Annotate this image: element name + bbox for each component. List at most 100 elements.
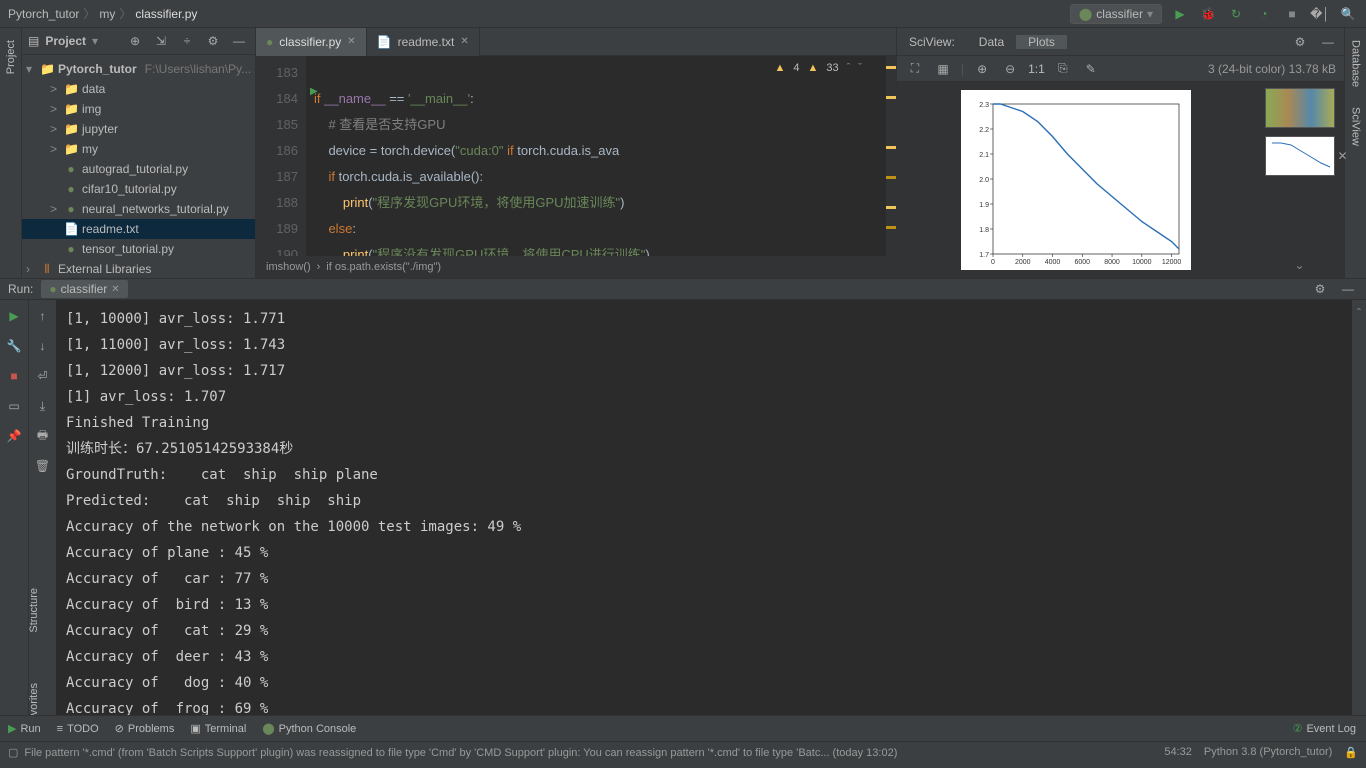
external-libraries[interactable]: ›⫴ External Libraries <box>22 259 255 278</box>
gear-icon[interactable]: ⚙ <box>1290 32 1310 52</box>
sciview-plots-tab[interactable]: Plots <box>1016 35 1067 49</box>
cursor-position[interactable]: 54:32 <box>1164 746 1192 759</box>
gear-icon[interactable]: ⚙ <box>203 31 223 51</box>
console-output[interactable]: [1, 10000] avr_loss: 1.771 [1, 11000] av… <box>56 300 1352 728</box>
tree-item[interactable]: >📁jupyter <box>22 119 255 139</box>
locate-icon[interactable]: ⊕ <box>125 31 145 51</box>
run-tab[interactable]: ●classifier✕ <box>41 280 127 298</box>
run-label: Run: <box>8 282 33 296</box>
database-tool-tab[interactable]: Database <box>1350 36 1362 91</box>
loss-chart: 1.71.81.92.02.12.22.30200040006000800010… <box>961 90 1191 270</box>
tree-item[interactable]: >📁img <box>22 99 255 119</box>
code-editor[interactable]: 183184185186187188189190 ▶ if __name__ =… <box>256 56 896 256</box>
thumbnail-2[interactable]: ✕ <box>1265 136 1335 176</box>
close-icon[interactable]: ✕ <box>111 284 119 295</box>
svg-text:1.8: 1.8 <box>979 227 989 234</box>
svg-text:6000: 6000 <box>1074 259 1090 266</box>
tab-readme[interactable]: 📄readme.txt✕ <box>367 28 480 56</box>
tree-item[interactable]: >●neural_networks_tutorial.py <box>22 199 255 219</box>
crumb[interactable]: Pytorch_tutor <box>8 7 79 21</box>
clear-icon[interactable]: 🗑 <box>33 456 53 476</box>
editor-tabs: ●classifier.py✕ 📄readme.txt✕ <box>256 28 896 56</box>
code-breadcrumbs[interactable]: imshow() › if os.path.exists("./img") <box>256 256 896 278</box>
inspection-widget[interactable]: ▲4 ▲33 ˆˇ <box>771 60 867 76</box>
export-icon[interactable]: ⎘ <box>1053 59 1073 79</box>
close-icon[interactable]: ✕ <box>347 36 355 47</box>
error-stripe[interactable] <box>886 56 896 256</box>
tree-item[interactable]: >📁data <box>22 79 255 99</box>
fit-icon[interactable]: ⛶ <box>905 59 925 79</box>
python-console-tab-button[interactable]: ⬤Python Console <box>262 722 356 735</box>
project-tool-tab[interactable]: Project <box>5 36 17 78</box>
sciview-panel: SciView: Data Plots ⚙ — ⛶ ▦ | ⊕ ⊖ 1:1 ⎘ … <box>896 28 1344 278</box>
expand-icon[interactable]: ⇲ <box>151 31 171 51</box>
debug-button[interactable]: 🐞 <box>1198 4 1218 24</box>
event-log-button[interactable]: ②Event Log <box>1293 722 1356 735</box>
vcs-button[interactable]: �│ <box>1310 4 1330 24</box>
tree-item[interactable]: ●autograd_tutorial.py <box>22 159 255 179</box>
lock-icon[interactable]: 🔒 <box>1344 746 1358 759</box>
structure-tool-tab[interactable]: Structure <box>28 588 40 633</box>
chevron-down-icon[interactable]: ⌄ <box>1294 258 1304 272</box>
svg-text:10000: 10000 <box>1132 259 1152 266</box>
svg-text:1.7: 1.7 <box>979 252 989 259</box>
grid-icon[interactable]: ▦ <box>933 59 953 79</box>
zoom-in-icon[interactable]: ⊕ <box>972 59 992 79</box>
svg-text:2.0: 2.0 <box>979 177 989 184</box>
zoom-out-icon[interactable]: ⊖ <box>1000 59 1020 79</box>
thumbnail-1[interactable] <box>1265 88 1335 128</box>
tree-item[interactable]: >📁my <box>22 139 255 159</box>
folder-icon: ▤ <box>28 34 39 48</box>
stop-button[interactable]: ■ <box>4 366 24 386</box>
sciview-data-tab[interactable]: Data <box>967 35 1016 49</box>
print-icon[interactable]: 🖶 <box>33 426 53 446</box>
run-coverage-button[interactable]: ↻ <box>1226 4 1246 24</box>
tree-root[interactable]: ▾📁 Pytorch_tutor F:\Users\lishan\Py... <box>22 59 255 79</box>
status-message: File pattern '*.cmd' (from 'Batch Script… <box>24 747 897 759</box>
rerun-button[interactable]: ▶ <box>4 306 24 326</box>
tab-classifier[interactable]: ●classifier.py✕ <box>256 28 367 56</box>
hide-icon[interactable]: — <box>1318 32 1338 52</box>
svg-text:12000: 12000 <box>1161 259 1181 266</box>
left-gutter: Project <box>0 28 22 278</box>
run-config-selector[interactable]: ⬤classifier▾ <box>1070 4 1162 24</box>
project-panel: ▤ Project ▾ ⊕ ⇲ ÷ ⚙ — ▾📁 Pytorch_tutor F… <box>22 28 256 278</box>
hide-icon[interactable]: — <box>229 31 249 51</box>
run-line-marker-icon[interactable]: ▶ <box>310 86 318 97</box>
scroll-end-icon[interactable]: ⤓ <box>33 396 53 416</box>
edit-config-button[interactable]: 🔧 <box>4 336 24 356</box>
pin-button[interactable]: 📌 <box>4 426 24 446</box>
crumb[interactable]: my <box>99 7 115 21</box>
layout-button[interactable]: ▭ <box>4 396 24 416</box>
crumb[interactable]: classifier.py <box>135 7 197 21</box>
clear-icon[interactable]: ✎ <box>1081 59 1101 79</box>
down-icon[interactable]: ↓ <box>33 336 53 356</box>
terminal-tab-button[interactable]: ▣Terminal <box>190 722 246 735</box>
problems-tab-button[interactable]: ⊘Problems <box>115 722 175 735</box>
close-icon[interactable]: ✕ <box>460 36 468 47</box>
plot-canvas[interactable]: 1.71.81.92.02.12.22.30200040006000800010… <box>897 82 1254 278</box>
stop-button[interactable]: ■ <box>1282 4 1302 24</box>
profile-button[interactable]: ◔ <box>1254 4 1274 24</box>
tree-item[interactable]: ●cifar10_tutorial.py <box>22 179 255 199</box>
scroll-up-icon[interactable]: ˆ <box>1357 306 1361 320</box>
close-icon[interactable]: ✕ <box>1337 149 1347 163</box>
soft-wrap-icon[interactable]: ⏎ <box>33 366 53 386</box>
interpreter-label[interactable]: Python 3.8 (Pytorch_tutor) <box>1204 746 1332 759</box>
sciview-tool-tab[interactable]: SciView <box>1350 103 1362 150</box>
up-icon[interactable]: ↑ <box>33 306 53 326</box>
hide-icon[interactable]: — <box>1338 279 1358 299</box>
collapse-icon[interactable]: ÷ <box>177 31 197 51</box>
svg-text:2.2: 2.2 <box>979 127 989 134</box>
editor-area: ●classifier.py✕ 📄readme.txt✕ 18318418518… <box>256 28 896 278</box>
tree-item[interactable]: ●tensor_tutorial.py <box>22 239 255 259</box>
todo-tab-button[interactable]: ≡TODO <box>57 723 99 735</box>
tree-item[interactable]: 📄readme.txt <box>22 219 255 239</box>
gear-icon[interactable]: ⚙ <box>1310 279 1330 299</box>
search-everywhere-button[interactable]: 🔍 <box>1338 4 1358 24</box>
run-button[interactable]: ▶ <box>1170 4 1190 24</box>
tool-window-icon[interactable]: ▢ <box>8 746 18 759</box>
plot-info: 3 (24-bit color) 13.78 kB <box>1208 62 1336 76</box>
run-tab-button[interactable]: ▶Run <box>8 722 41 735</box>
run-config-label: classifier <box>1096 7 1143 21</box>
